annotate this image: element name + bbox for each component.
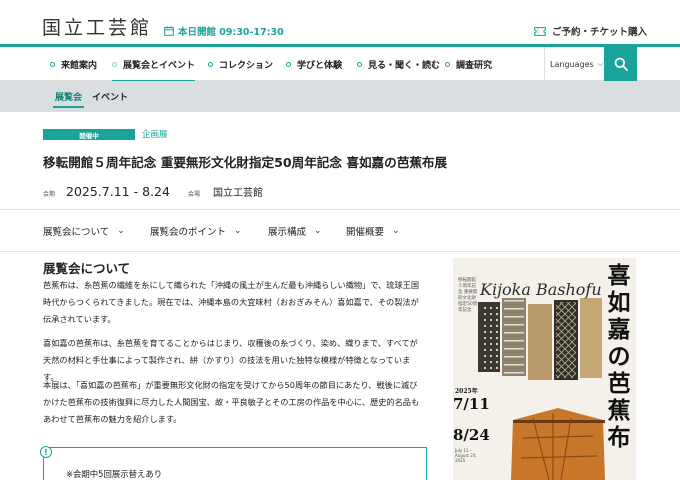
exhibition-poster[interactable]: Kijoka Bashofu 喜如嘉の芭蕉布 移転開館５周年記念 重要無形文化財… (453, 258, 636, 480)
nav-bullet-icon (445, 61, 450, 67)
poster-end-date: 8/24 (453, 426, 490, 444)
sub-nav-label: イベント (92, 93, 129, 103)
chevron-down-icon: ⌄ (117, 225, 125, 236)
site-logo[interactable]: 国立工芸館 (42, 13, 152, 40)
nav-item-label: 学びと体験 (297, 60, 343, 71)
nav-item-collection[interactable]: コレクション (208, 47, 273, 81)
section-tabs: 展覧会について ⌄ 展覧会のポイント ⌄ 展示構成 ⌄ 開催概要 ⌄ (0, 209, 680, 252)
exhibition-type-label: 企画展 (142, 130, 168, 140)
search-icon (614, 57, 628, 71)
calendar-icon (164, 26, 174, 36)
notice-text: ※会期中5回展示替えあり (66, 469, 163, 479)
tab-label: 展示構成 (268, 226, 307, 238)
status-badge: 開催中 (43, 129, 135, 140)
sub-nav: 展覧会 イベント (0, 81, 680, 112)
exclamation-icon: ! (40, 446, 52, 458)
section-heading: 展覧会について (43, 261, 131, 276)
ticket-icon (534, 26, 546, 36)
tab-points[interactable]: 展覧会のポイント ⌄ (150, 210, 242, 251)
page-title: 移転開館５周年記念 重要無形文化財指定50周年記念 喜如嘉の芭蕉布展 (43, 155, 448, 170)
nav-item-research[interactable]: 調査研究 (445, 47, 492, 81)
nav-item-label: 調査研究 (456, 60, 493, 71)
nav-item-label: 見る・聞く・読む (368, 60, 441, 71)
poster-subtitle: 移転開館５周年記念 重要無形文化財指定50周年記念 (458, 278, 478, 313)
nav-bullet-icon (286, 61, 291, 67)
nav-bullet-icon (357, 61, 362, 67)
poster-detail-text: July 11 – August 24, 2025 (455, 448, 477, 463)
site-header: 国立工芸館 本日開館 09:30-17:30 ご予約・チケット購入 (0, 0, 680, 46)
chevron-down-icon: ⌄ (314, 225, 322, 236)
date-value: 2025.7.11 - 8.24 (66, 184, 170, 199)
sub-nav-events[interactable]: イベント (92, 81, 128, 112)
nav-bullet-icon (208, 61, 213, 67)
opening-hours: 本日開館 09:30-17:30 (164, 24, 284, 38)
nav-item-learning[interactable]: 学びと体験 (286, 47, 342, 81)
tab-label: 展覧会のポイント (150, 226, 227, 238)
body-paragraph: 芭蕉布は、糸芭蕉の繊維を糸にして織られた「沖縄の風土が生んだ最も沖縄らしい織物」… (43, 280, 420, 324)
ticket-link-label: ご予約・チケット購入 (552, 27, 648, 38)
search-button[interactable] (604, 47, 637, 81)
venue-value: 国立工芸館 (213, 188, 263, 199)
sub-nav-exhibitions[interactable]: 展覧会 (52, 81, 85, 112)
language-select[interactable]: Languages ⌵ (544, 47, 608, 81)
nav-item-label: 展覧会とイベント (123, 60, 196, 71)
tab-about[interactable]: 展覧会について ⌄ (43, 210, 125, 251)
poster-title-en: Kijoka Bashofu (480, 280, 602, 299)
nav-item-label: 来館案内 (61, 60, 98, 71)
nav-item-visit[interactable]: 来館案内 (50, 47, 97, 81)
language-select-label: Languages (550, 59, 594, 69)
tab-overview[interactable]: 開催概要 ⌄ (346, 210, 400, 251)
poster-start-date: 7/11 (453, 395, 490, 413)
nav-item-media[interactable]: 見る・聞く・読む (357, 47, 440, 81)
poster-title-jp: 喜如嘉の芭蕉布 (607, 262, 631, 451)
tab-structure[interactable]: 展示構成 ⌄ (268, 210, 322, 251)
opening-hours-text: 本日開館 09:30-17:30 (178, 27, 284, 38)
chevron-down-icon: ⌄ (234, 225, 242, 236)
nav-item-label: コレクション (219, 60, 274, 71)
ticket-link[interactable]: ご予約・チケット購入 (534, 24, 647, 38)
nav-bullet-icon (50, 61, 55, 67)
venue-label: 会場 (188, 191, 201, 198)
nav-bullet-icon (112, 61, 117, 67)
date-label: 会期 (43, 191, 56, 198)
sub-nav-label: 展覧会 (55, 93, 83, 103)
chevron-down-icon: ⌵ (597, 59, 603, 68)
poster-year: 2025年 (455, 388, 478, 395)
body-paragraph: 本展は、「喜如嘉の芭蕉布」が重要無形文化財の指定を受けてから50周年の節目にあた… (43, 380, 420, 424)
nav-item-exhibitions-events[interactable]: 展覧会とイベント (112, 47, 196, 82)
chevron-down-icon: ⌄ (392, 225, 400, 236)
tab-label: 展覧会について (43, 226, 110, 238)
tab-label: 開催概要 (346, 226, 385, 238)
